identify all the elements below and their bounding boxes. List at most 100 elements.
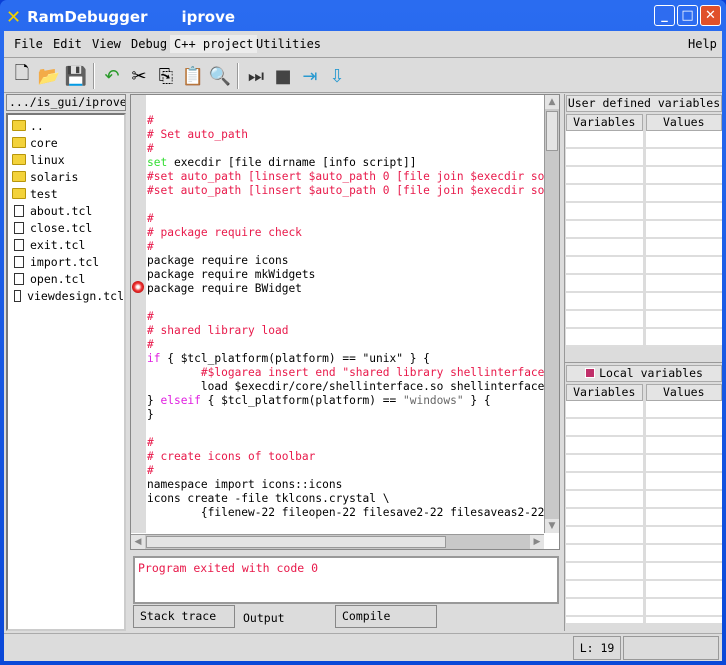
code-line[interactable]: # [147, 212, 544, 226]
file-name: viewdesign.tcl [27, 288, 124, 303]
file-list-item[interactable]: core [8, 134, 124, 151]
code-line[interactable]: {filenew-22 fileopen-22 filesave2-22 fil… [147, 506, 544, 520]
code-line[interactable]: # [147, 142, 544, 156]
code-line[interactable]: # [147, 436, 544, 450]
new-file-icon[interactable]: 🗋 [10, 63, 34, 88]
maximize-button[interactable]: □ [677, 5, 698, 26]
file-list-item[interactable]: exit.tcl [8, 236, 124, 253]
code-line[interactable]: # [147, 240, 544, 254]
step-into-icon[interactable]: ⇩ [325, 64, 349, 88]
code-token: set [147, 156, 168, 169]
cut-icon[interactable]: ✂ [127, 64, 151, 88]
line-indicator: L: 19 [573, 636, 621, 660]
code-line[interactable] [147, 520, 544, 532]
file-list-item[interactable]: viewdesign.tcl [8, 287, 124, 304]
breakpoint-icon[interactable] [132, 281, 144, 293]
code-line[interactable]: #$logarea insert end "shared library she… [147, 366, 544, 380]
scroll-right-icon[interactable]: ▶ [530, 535, 544, 549]
code-line[interactable]: package require mkWidgets [147, 268, 544, 282]
code-line[interactable]: #set auto_path [linsert $auto_path 0 [fi… [147, 170, 544, 184]
vertical-scrollbar[interactable]: ▲ ▼ [544, 95, 559, 533]
file-name: import.tcl [30, 254, 100, 269]
file-icon [14, 238, 24, 251]
code-line[interactable]: # Set auto_path [147, 128, 544, 142]
file-list-item[interactable]: import.tcl [8, 253, 124, 270]
output-panel[interactable]: Program exited with code 0 [133, 556, 559, 604]
code-line[interactable]: # package require check [147, 226, 544, 240]
code-line[interactable]: # [147, 338, 544, 352]
code-line[interactable]: #set auto_path [linsert $auto_path 0 [fi… [147, 184, 544, 198]
menu-file[interactable]: File [10, 35, 47, 53]
close-button[interactable]: ✕ [700, 5, 721, 26]
scroll-left-icon[interactable]: ◀ [131, 535, 145, 549]
user-values-column[interactable]: Values [645, 114, 722, 131]
code-token: } { [463, 394, 491, 407]
code-line[interactable]: if { $tcl_platform(platform) == "unix" }… [147, 352, 544, 366]
minimize-button[interactable]: _ [654, 5, 675, 26]
user-variables-table[interactable] [566, 131, 722, 347]
file-list-item[interactable]: linux [8, 151, 124, 168]
save-icon[interactable]: 💾 [64, 64, 88, 88]
code-text[interactable]: # # Set auto_path # set execdir [file dirna… [147, 100, 544, 532]
folder-icon [12, 120, 26, 131]
menu-view[interactable]: View [88, 35, 125, 53]
stop-icon[interactable]: ■ [271, 64, 295, 88]
local-values-column[interactable]: Values [645, 384, 722, 401]
step-over-icon[interactable]: ⇥ [298, 64, 322, 88]
file-list[interactable]: .. core linux solaris test about.tcl close.tcl… [6, 113, 126, 631]
scroll-down-icon[interactable]: ▼ [545, 519, 559, 533]
vertical-scroll-thumb[interactable] [546, 111, 558, 151]
menu-cpp-project[interactable]: C++ project [170, 35, 258, 53]
tab-compile[interactable]: Compile [335, 605, 437, 628]
code-line[interactable]: } elseif { $tcl_platform(platform) == "w… [147, 394, 544, 408]
tab-output[interactable]: Output [237, 608, 333, 631]
code-token: # create icons of toolbar [147, 450, 316, 463]
scroll-up-icon[interactable]: ▲ [545, 95, 559, 109]
menu-help[interactable]: Help [684, 35, 721, 53]
user-variables-column[interactable]: Variables [566, 114, 643, 131]
file-list-item[interactable]: solaris [8, 168, 124, 185]
code-editor[interactable]: # # Set auto_path # set execdir [file dirna… [130, 94, 560, 550]
menu-utilities[interactable]: Utilities [252, 35, 325, 53]
local-variables-table[interactable] [566, 401, 722, 623]
code-line[interactable] [147, 100, 544, 114]
file-list-item[interactable]: open.tcl [8, 270, 124, 287]
code-line[interactable]: icons create -file tklcons.crystal \ [147, 492, 544, 506]
file-list-item[interactable]: .. [8, 117, 124, 134]
code-line[interactable]: # [147, 114, 544, 128]
file-list-item[interactable]: close.tcl [8, 219, 124, 236]
run-to-icon[interactable]: ⏭ [244, 64, 268, 88]
editor-gutter[interactable] [131, 95, 146, 533]
code-line[interactable]: # create icons of toolbar [147, 450, 544, 464]
code-line[interactable]: namespace import icons::icons [147, 478, 544, 492]
code-token: # [147, 240, 154, 253]
open-folder-icon[interactable]: 📂 [37, 64, 61, 88]
file-name: core [30, 135, 58, 150]
code-line[interactable]: set execdir [file dirname [info script]] [147, 156, 544, 170]
code-line[interactable]: # [147, 464, 544, 478]
tab-stack-trace[interactable]: Stack trace [133, 605, 235, 628]
menu-edit[interactable]: Edit [49, 35, 86, 53]
undo-icon[interactable]: ↶ [100, 64, 124, 88]
code-line[interactable] [147, 296, 544, 310]
menu-debug[interactable]: Debug [127, 35, 171, 53]
code-line[interactable]: # [147, 310, 544, 324]
copy-icon[interactable]: ⎘ [154, 64, 178, 88]
paste-icon[interactable]: 📋 [181, 64, 205, 88]
horizontal-scroll-thumb[interactable] [146, 536, 446, 548]
horizontal-scrollbar[interactable]: ◀ ▶ [131, 534, 544, 549]
code-line[interactable]: package require icons [147, 254, 544, 268]
code-line[interactable]: } [147, 408, 544, 422]
code-line[interactable] [147, 198, 544, 212]
local-variables-column[interactable]: Variables [566, 384, 643, 401]
local-variables-header[interactable]: Local variables [566, 365, 722, 382]
code-line[interactable]: # shared library load [147, 324, 544, 338]
code-line[interactable]: load $execdir/core/shellinterface.so she… [147, 380, 544, 394]
code-token: load $execdir/core/shellinterface.so she… [147, 380, 544, 393]
code-line[interactable] [147, 422, 544, 436]
code-line[interactable]: package require BWidget [147, 282, 544, 296]
folder-icon [12, 171, 26, 182]
file-list-item[interactable]: about.tcl [8, 202, 124, 219]
file-list-item[interactable]: test [8, 185, 124, 202]
search-icon[interactable]: 🔍 [208, 64, 232, 88]
